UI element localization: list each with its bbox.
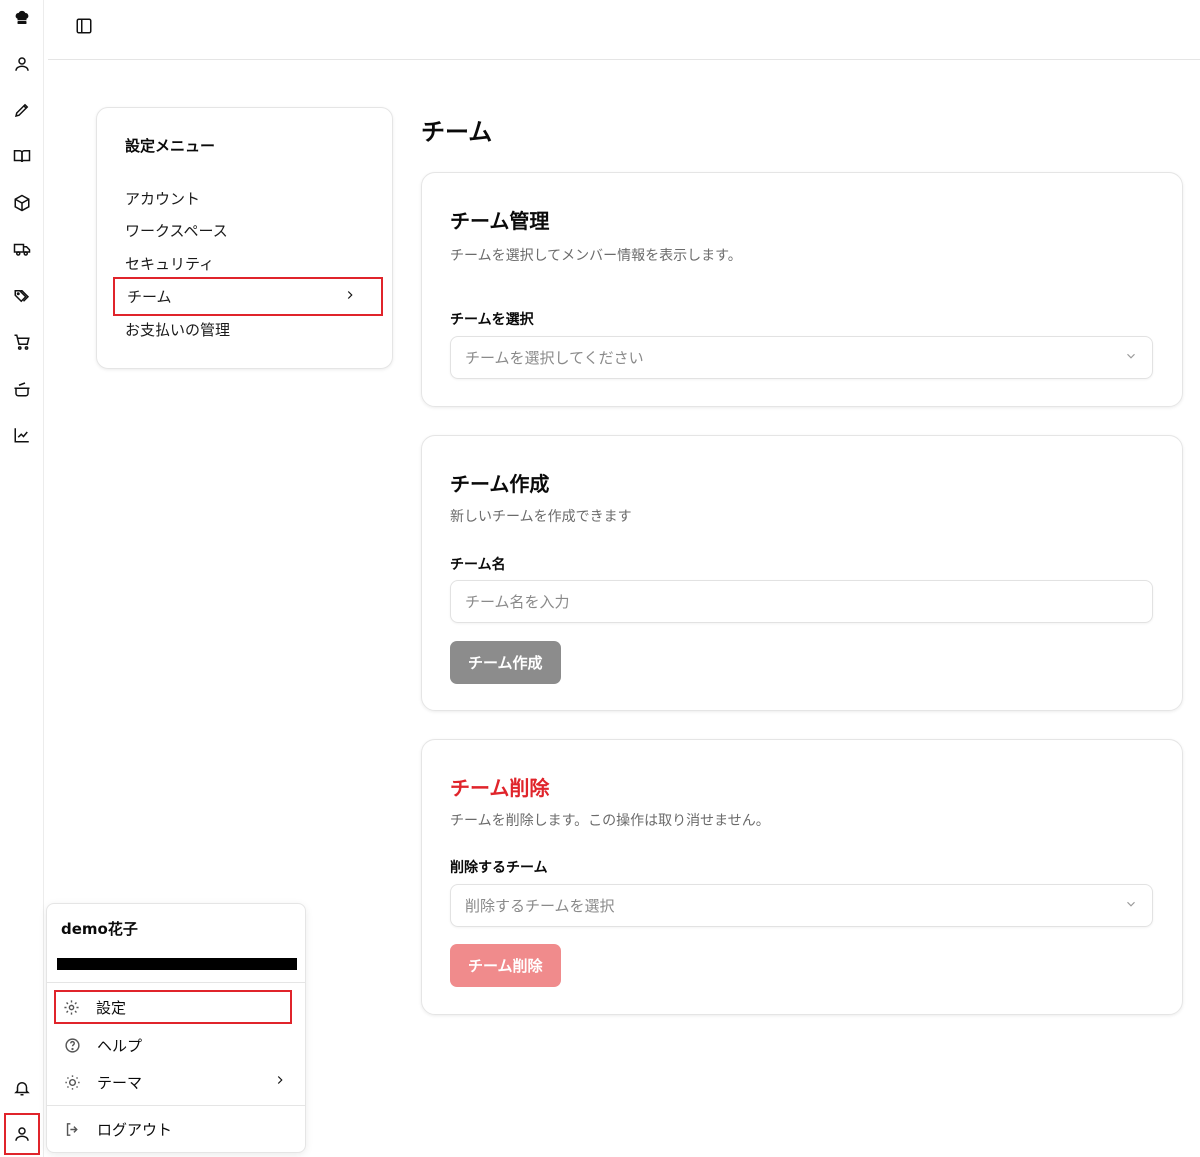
menu-item-billing[interactable]: お支払いの管理 bbox=[125, 319, 230, 340]
truck-icon[interactable] bbox=[11, 238, 33, 260]
chevron-down-icon bbox=[1124, 897, 1138, 915]
box-icon[interactable] bbox=[11, 192, 33, 214]
popup-item-settings[interactable]: 設定 bbox=[54, 990, 292, 1024]
cart-icon[interactable] bbox=[11, 331, 33, 353]
help-circle-icon bbox=[61, 1034, 83, 1056]
team-create-title: チーム作成 bbox=[450, 472, 550, 496]
team-select[interactable]: チームを選択してください bbox=[450, 336, 1153, 379]
delete-team-select-placeholder: 削除するチームを選択 bbox=[465, 897, 615, 915]
divider bbox=[47, 1105, 305, 1106]
team-manage-title: チーム管理 bbox=[450, 209, 550, 233]
chevron-right-icon bbox=[273, 1073, 287, 1091]
popup-item-theme[interactable]: テーマ bbox=[57, 1065, 297, 1099]
popup-item-help[interactable]: ヘルプ bbox=[57, 1028, 297, 1062]
chevron-down-icon bbox=[1124, 349, 1138, 367]
settings-menu-title: 設定メニュー bbox=[125, 137, 216, 155]
sun-icon bbox=[61, 1071, 83, 1093]
team-create-description: 新しいチームを作成できます bbox=[450, 509, 632, 525]
user-icon bbox=[15, 1127, 29, 1141]
team-delete-card: チーム削除 チームを削除します。この操作は取り消せません。 削除するチーム 削除… bbox=[421, 739, 1183, 1015]
pen-icon[interactable] bbox=[11, 99, 33, 121]
bell-icon[interactable] bbox=[11, 1077, 33, 1099]
team-name-label: チーム名 bbox=[450, 557, 506, 573]
cooking-pot-icon[interactable] bbox=[11, 378, 33, 400]
book-icon[interactable] bbox=[11, 145, 33, 167]
popup-item-help-label: ヘルプ bbox=[97, 1036, 143, 1055]
delete-team-button[interactable]: チーム削除 bbox=[450, 944, 561, 987]
tags-icon[interactable] bbox=[11, 285, 33, 307]
user-name: demo花子 bbox=[61, 920, 138, 938]
user-popup-menu: demo花子 設定 ヘルプ テーマ ログアウト bbox=[46, 903, 306, 1153]
create-team-button[interactable]: チーム作成 bbox=[450, 641, 561, 684]
team-create-card: チーム作成 新しいチームを作成できます チーム名 チーム作成 bbox=[421, 435, 1183, 711]
team-manage-card: チーム管理 チームを選択してメンバー情報を表示します。 チームを選択 チームを選… bbox=[421, 172, 1183, 407]
chef-hat-icon[interactable] bbox=[11, 7, 33, 29]
popup-item-settings-label: 設定 bbox=[96, 998, 127, 1017]
gear-icon bbox=[60, 996, 82, 1018]
menu-item-account[interactable]: アカウント bbox=[125, 188, 200, 209]
sidebar-toggle-icon[interactable] bbox=[72, 14, 96, 38]
divider bbox=[47, 982, 305, 983]
chevron-right-icon bbox=[343, 288, 357, 306]
menu-item-workspace[interactable]: ワークスペース bbox=[125, 220, 228, 241]
user-menu-button[interactable] bbox=[4, 1113, 40, 1155]
popup-item-theme-label: テーマ bbox=[97, 1073, 143, 1092]
team-name-field bbox=[450, 580, 1153, 623]
team-manage-description: チームを選択してメンバー情報を表示します。 bbox=[450, 248, 742, 264]
menu-item-team[interactable]: チーム bbox=[113, 277, 383, 316]
logout-icon bbox=[61, 1118, 83, 1140]
team-delete-title: チーム削除 bbox=[450, 776, 550, 800]
popup-item-logout[interactable]: ログアウト bbox=[57, 1112, 297, 1146]
team-select-label: チームを選択 bbox=[450, 312, 534, 328]
team-name-input[interactable] bbox=[465, 592, 1138, 611]
delete-team-select-label: 削除するチーム bbox=[450, 860, 548, 876]
popup-item-logout-label: ログアウト bbox=[97, 1120, 173, 1139]
redacted-email bbox=[57, 958, 297, 970]
menu-item-team-label: チーム bbox=[127, 288, 172, 306]
team-select-placeholder: チームを選択してください bbox=[465, 349, 644, 367]
user-icon[interactable] bbox=[11, 53, 33, 75]
page-title: チーム bbox=[421, 118, 493, 146]
settings-menu: 設定メニュー アカウント ワークスペース セキュリティ チーム お支払いの管理 bbox=[96, 107, 393, 369]
menu-item-security[interactable]: セキュリティ bbox=[125, 253, 214, 274]
icon-sidebar bbox=[0, 0, 44, 1157]
chart-icon[interactable] bbox=[11, 424, 33, 446]
top-bar bbox=[48, 0, 1200, 60]
team-delete-description: チームを削除します。この操作は取り消せません。 bbox=[450, 813, 770, 829]
delete-team-select[interactable]: 削除するチームを選択 bbox=[450, 884, 1153, 927]
